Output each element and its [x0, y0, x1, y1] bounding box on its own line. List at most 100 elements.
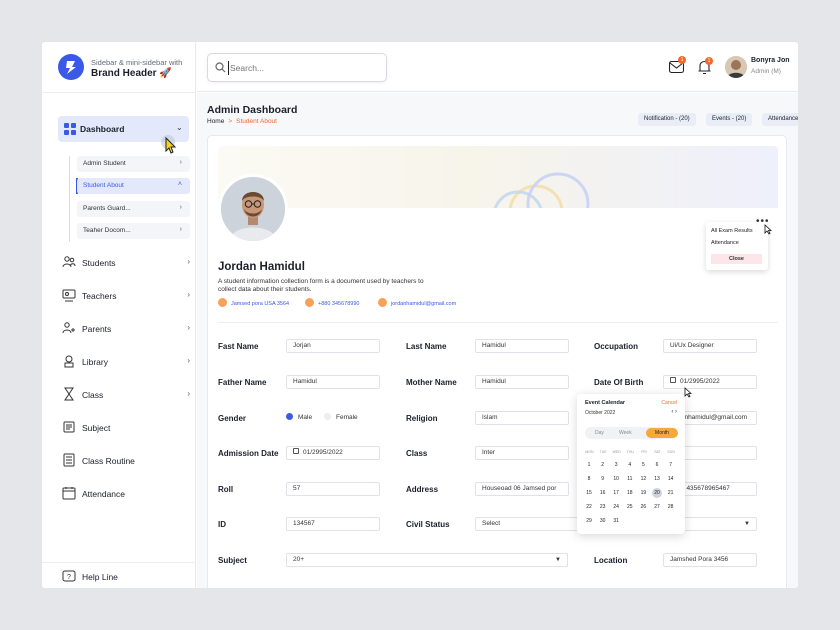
calendar-day[interactable]: 27	[652, 502, 662, 512]
weekday-label: MON	[585, 450, 594, 454]
sidebar-item-class[interactable]: Class ›	[62, 386, 190, 404]
calendar-day[interactable]: 21	[666, 488, 676, 498]
calendar-day[interactable]: 4	[625, 460, 635, 470]
calendar-month: October 2022	[585, 410, 616, 416]
contact-email[interactable]: jordanhamidul@gmail.com	[378, 298, 457, 308]
calendar-day[interactable]: 15	[584, 488, 594, 498]
student-profile-card: ••• All Exam Results Attendance Close Jo…	[207, 135, 787, 588]
menu-item-attendance[interactable]: Attendance	[711, 240, 739, 246]
mother-name-input[interactable]: Hamidul	[475, 375, 569, 389]
sidebar-item-students[interactable]: Students ›	[62, 254, 190, 272]
gender-female-radio[interactable]: Female	[324, 413, 358, 421]
breadcrumb-current: Student About	[236, 118, 277, 125]
sidebar-item-attendance[interactable]: Attendance	[62, 485, 190, 503]
calendar-day[interactable]: 31	[611, 516, 621, 526]
admission-date-input[interactable]: 01/2995/2022	[286, 446, 380, 460]
calendar-day[interactable]: 7	[666, 460, 676, 470]
father-name-input[interactable]: Hamidul	[286, 375, 380, 389]
notification-chip[interactable]: Notification - (20)	[638, 113, 696, 126]
tab-day[interactable]: Day	[595, 430, 604, 436]
banner-rings	[493, 172, 590, 208]
calendar-day[interactable]: 30	[598, 516, 608, 526]
calendar-nav-arrows[interactable]: ‹ ›	[671, 409, 677, 415]
chevron-down-icon: ⌄	[176, 123, 183, 132]
mail-button[interactable]: 1	[669, 56, 687, 77]
calendar-day[interactable]: 29	[584, 516, 594, 526]
sidebar-item-teachers[interactable]: Teachers ›	[62, 287, 190, 305]
calendar-day[interactable]: 11	[625, 474, 635, 484]
weekday-label: FRI	[641, 450, 647, 454]
menu-item-exam-results[interactable]: All Exam Results	[711, 228, 753, 234]
attendance-chip[interactable]: Attendance - (98%0	[762, 113, 798, 126]
calendar-day[interactable]: 23	[598, 502, 608, 512]
breadcrumb-home[interactable]: Home	[207, 118, 224, 125]
sidebar-item-parents[interactable]: Parents ›	[62, 320, 190, 338]
calendar-day[interactable]: 18	[625, 488, 635, 498]
sidebar-item-subject[interactable]: Subject	[62, 419, 190, 437]
sidebar-item-class-routine[interactable]: Class Routine	[62, 452, 190, 470]
notification-badge: 1	[705, 57, 713, 65]
roll-input[interactable]: 57	[286, 482, 380, 496]
avatar[interactable]	[725, 56, 747, 78]
calendar-day[interactable]: 25	[625, 502, 635, 512]
calendar-day[interactable]: 22	[584, 502, 594, 512]
subnav-item-admin-student[interactable]: Admin Student ›	[77, 156, 190, 172]
calendar-day[interactable]: 2	[598, 460, 608, 470]
sidebar-item-label: Subject	[82, 423, 111, 433]
search-icon	[215, 62, 226, 73]
search-input[interactable]	[228, 61, 378, 75]
radio-label: Male	[298, 414, 313, 422]
calendar-day[interactable]: 14	[666, 474, 676, 484]
email-text: jordanhamidul@gmail.com	[391, 300, 457, 307]
sidebar-item-help-line[interactable]: ? Help Line	[62, 568, 190, 586]
calendar-day[interactable]: 1	[584, 460, 594, 470]
calendar-day[interactable]: 13	[652, 474, 662, 484]
occupation-input[interactable]: Ui/Ux Designer	[663, 339, 757, 353]
calendar-day[interactable]: 5	[638, 460, 648, 470]
calendar-day[interactable]: 12	[638, 474, 648, 484]
subnav-item-student-about[interactable]: Student About ˄	[77, 178, 190, 194]
gender-male-radio[interactable]: Male	[286, 413, 313, 422]
sidebar-item-library[interactable]: Library ›	[62, 353, 190, 371]
notifications-button[interactable]: 1	[698, 57, 716, 77]
calendar-day[interactable]: 16	[598, 488, 608, 498]
calendar-day-selected[interactable]: 20	[652, 488, 662, 498]
calendar-day[interactable]: 8	[584, 474, 594, 484]
tab-month[interactable]: Month	[646, 428, 678, 438]
subject-select[interactable]: 20+ ▼	[286, 553, 568, 567]
calendar-day[interactable]: 28	[666, 502, 676, 512]
events-chip[interactable]: Events - (20)	[706, 113, 753, 126]
calendar-day[interactable]: 17	[611, 488, 621, 498]
search-box[interactable]	[207, 53, 387, 82]
menu-close-button[interactable]: Close	[711, 254, 762, 264]
chevron-right-icon: ›	[187, 356, 190, 365]
top-bar: 1 1 Bonyra Jon Admin (M)	[197, 42, 798, 92]
divider	[218, 322, 778, 323]
occupation-label: Occupation	[594, 342, 639, 351]
brand-header[interactable]: Sidebar & mini-sidebar with Brand Header…	[56, 52, 196, 86]
page-title: Admin Dashboard	[207, 104, 298, 116]
class-input[interactable]: Inter	[475, 446, 569, 460]
profile-photo	[218, 174, 288, 244]
calendar-day[interactable]: 10	[611, 474, 621, 484]
calendar-day[interactable]: 24	[611, 502, 621, 512]
last-name-input[interactable]: Hamidul	[475, 339, 569, 353]
subnav-item-parents-guard[interactable]: Parents Guard... ›	[77, 201, 190, 217]
tab-week[interactable]: Week	[619, 430, 632, 436]
id-input[interactable]: 134567	[286, 517, 380, 531]
calendar-day[interactable]: 26	[638, 502, 648, 512]
religion-input[interactable]: Islam	[475, 411, 569, 425]
calendar-cancel-button[interactable]: Cancel	[661, 400, 677, 406]
address-input[interactable]: Houseoad 06 Jamsed por	[475, 482, 569, 496]
student-name: Jordan Hamidul	[218, 261, 305, 273]
dob-input[interactable]: 01/2995/2022	[663, 375, 757, 389]
sidebar-item-label: Parents	[82, 324, 112, 334]
weekday-label: THU	[626, 450, 634, 454]
fast-name-input[interactable]: Jorjan	[286, 339, 380, 353]
location-input[interactable]: Jamshed Pora 3456	[663, 553, 757, 567]
calendar-day[interactable]: 3	[611, 460, 621, 470]
subnav-item-teacher-docs[interactable]: Teaher Docom... ›	[77, 223, 190, 239]
calendar-day[interactable]: 9	[598, 474, 608, 484]
calendar-day[interactable]: 19	[638, 488, 648, 498]
calendar-day[interactable]: 6	[652, 460, 662, 470]
